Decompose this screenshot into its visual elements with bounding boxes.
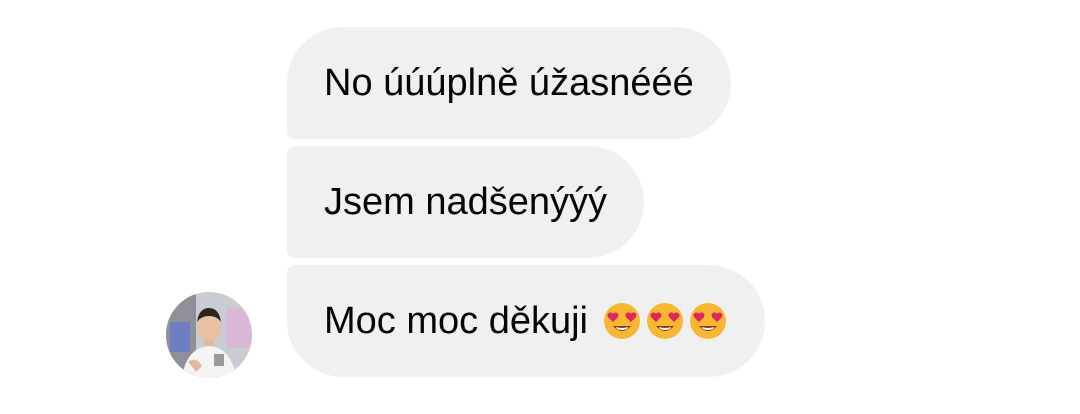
message-bubble[interactable]: Moc moc děkuji <box>287 265 765 377</box>
message-text: Jsem nadšenýýý <box>324 181 608 223</box>
message-text: No úúúplně úžasnééé <box>324 62 694 104</box>
message-text: Moc moc děkuji <box>324 300 588 342</box>
avatar[interactable] <box>166 292 252 378</box>
heart-eyes-emoji-icon <box>646 303 683 339</box>
emoji-group <box>602 301 728 341</box>
message-bubble[interactable]: No úúúplně úžasnééé <box>287 27 731 139</box>
user-photo-icon <box>166 292 252 378</box>
message-bubble[interactable]: Jsem nadšenýýý <box>287 146 645 258</box>
heart-eyes-emoji-icon <box>689 303 726 339</box>
heart-eyes-emoji-icon <box>603 303 640 339</box>
message-thread: No úúúplně úžasnééé Jsem nadšenýýý Moc m… <box>0 0 1080 414</box>
